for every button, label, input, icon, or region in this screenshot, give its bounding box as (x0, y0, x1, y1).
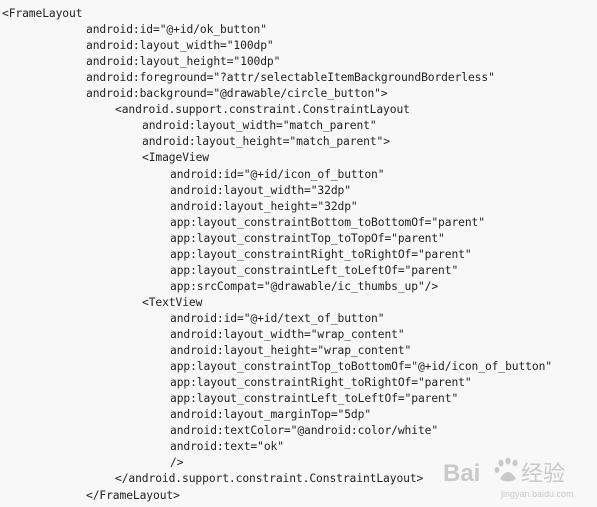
code-line: app:srcCompat="@drawable/ic_thumbs_up"/> (170, 279, 439, 293)
code-line: app:layout_constraintTop_toBottomOf="@+i… (170, 360, 552, 374)
watermark-sub-text: jingyan.baidu.com (500, 489, 574, 499)
watermark-logo-text-left: Bai (443, 460, 480, 487)
code-line: android:id="@+id/icon_of_button" (170, 167, 385, 181)
code-line: android:layout_height="32dp" (170, 199, 358, 213)
code-line: android:layout_height="100dp" (86, 55, 281, 69)
code-line: android:layout_marginTop="5dp" (170, 408, 372, 422)
code-line: app:layout_constraintRight_toRightOf="pa… (170, 247, 472, 261)
code-line: android:layout_width="match_parent" (142, 119, 377, 133)
code-line: android:id="@+id/ok_button" (86, 23, 267, 37)
code-line: app:layout_constraintTop_toTopOf="parent… (170, 231, 445, 245)
code-line: app:layout_constraintLeft_toLeftOf="pare… (170, 263, 459, 277)
code-line: </FrameLayout> (86, 488, 180, 502)
baidu-paw-logo-icon: Bai 经验 jingyan.baidu.com (443, 457, 574, 499)
code-line: android:textColor="@android:color/white" (170, 424, 439, 438)
code-line: android:id="@+id/text_of_button" (170, 311, 385, 325)
code-line: android:layout_height="wrap_content" (170, 344, 412, 358)
code-line: android:background="@drawable/circle_but… (86, 87, 388, 101)
code-line: android:text="ok" (170, 440, 284, 454)
code-line: app:layout_constraintRight_toRightOf="pa… (170, 376, 472, 390)
code-line: android:layout_width="wrap_content" (170, 328, 405, 341)
code-line: android:layout_height="match_parent"> (142, 135, 390, 149)
code-line: /> (170, 456, 184, 470)
code-line: app:layout_constraintBottom_toBottomOf="… (170, 215, 485, 229)
code-line: app:layout_constraintLeft_toLeftOf="pare… (170, 392, 459, 406)
watermark-logo-text-right: 经验 (521, 462, 565, 487)
code-line: <TextView (142, 295, 203, 309)
code-line: <android.support.constraint.ConstraintLa… (115, 103, 410, 117)
code-line: </android.support.constraint.ConstraintL… (115, 472, 424, 486)
code-panel: <FrameLayout android:id="@+id/ok_button"a… (0, 0, 597, 507)
code-line: android:layout_width="100dp" (86, 39, 274, 53)
code-line: android:foreground="?attr/selectableItem… (86, 71, 495, 85)
code-line: <FrameLayout (2, 7, 83, 20)
code-line: android:layout_width="32dp" (170, 183, 351, 197)
paw-icon (494, 457, 518, 482)
baidu-jingyan-watermark: Bai 经验 jingyan.baidu.com (441, 453, 591, 503)
code-line: <ImageView (142, 151, 210, 165)
